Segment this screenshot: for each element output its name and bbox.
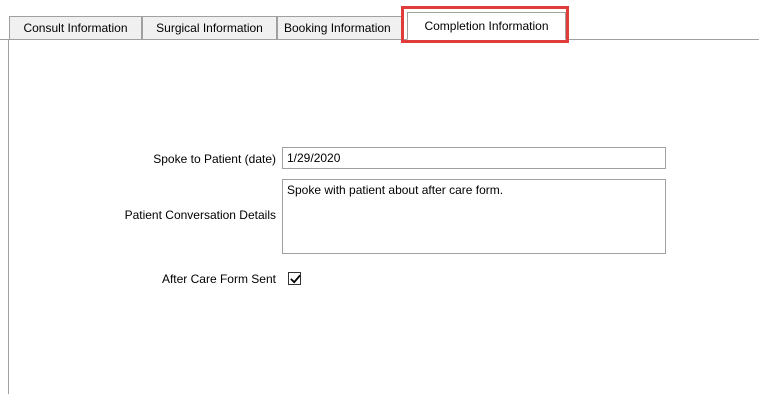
check-icon — [290, 274, 301, 284]
completion-form-window: Consult Information Surgical Information… — [0, 0, 759, 394]
spoke-to-patient-label: Spoke to Patient (date) — [153, 152, 276, 166]
tab-completion-information[interactable]: Completion Information — [407, 12, 566, 40]
panel-border — [8, 40, 9, 394]
tab-strip: Consult Information Surgical Information… — [0, 0, 759, 43]
tab-consult-information[interactable]: Consult Information — [9, 16, 142, 39]
tab-divider — [0, 39, 759, 40]
tab-surgical-information[interactable]: Surgical Information — [142, 16, 277, 39]
tab-booking-information[interactable]: Booking Information — [277, 16, 402, 39]
patient-conversation-details-textarea[interactable]: Spoke with patient about after care form… — [282, 179, 666, 254]
after-care-form-sent-label: After Care Form Sent — [161, 272, 276, 286]
spoke-to-patient-date-input[interactable] — [282, 147, 666, 169]
after-care-form-sent-checkbox[interactable] — [288, 272, 301, 285]
patient-conversation-details-label: Patient Conversation Details — [124, 208, 276, 222]
